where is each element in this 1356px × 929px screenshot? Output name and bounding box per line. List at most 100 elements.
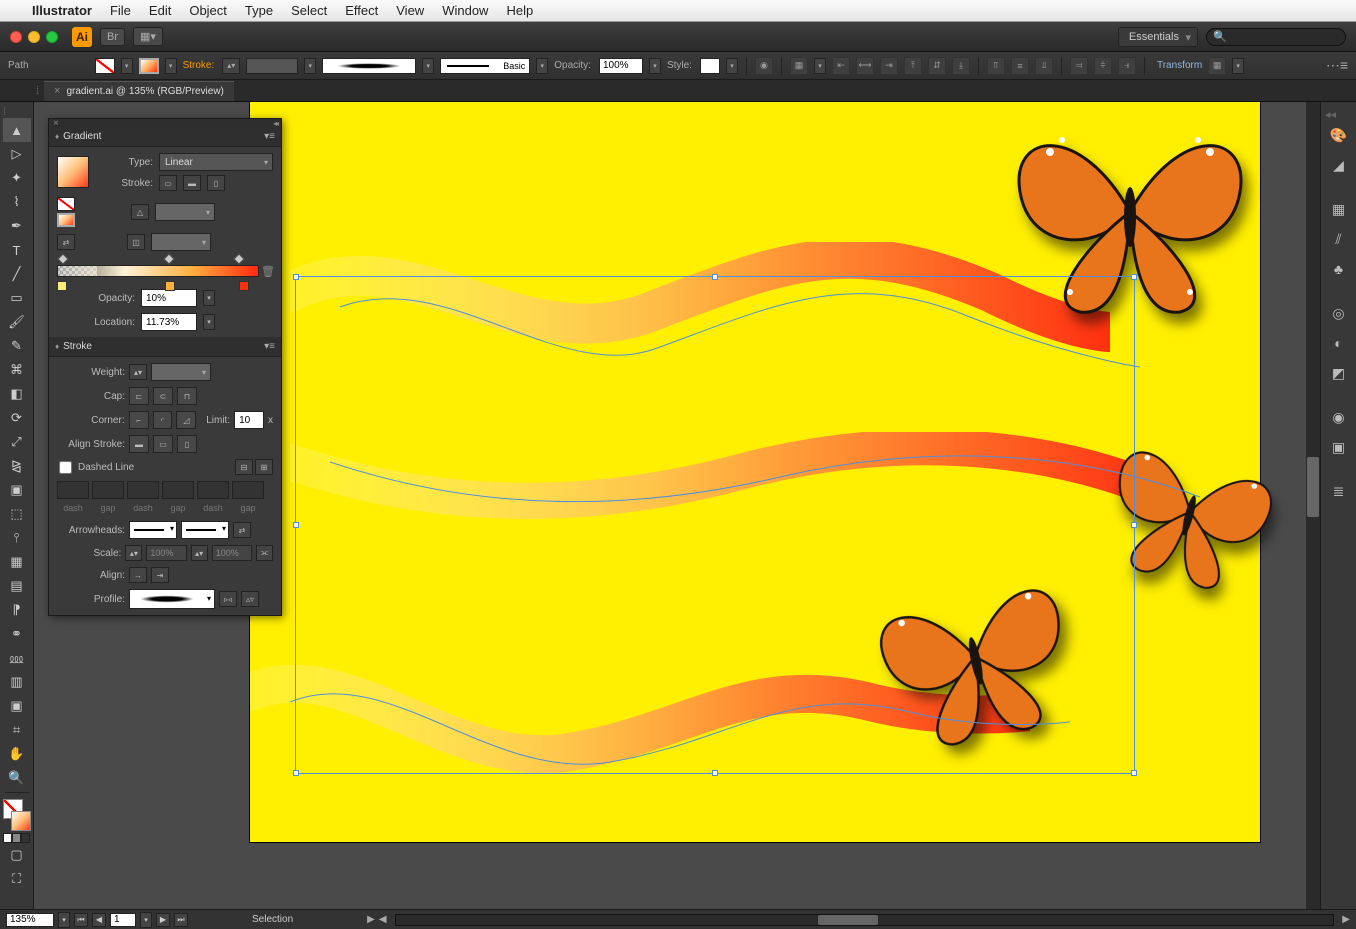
selection-tool[interactable]: ▲ (3, 118, 31, 142)
corner-bevel-icon[interactable]: ◿ (176, 411, 196, 429)
symbol-sprayer-tool[interactable]: ⅏ (3, 646, 31, 670)
hscroll-left-arrow[interactable]: ◀ (379, 914, 387, 925)
align-top-icon[interactable]: ⤒ (904, 57, 922, 75)
gradient-type-dropdown[interactable]: Linear (159, 153, 273, 171)
scale-end-stepper[interactable]: ▴▾ (191, 545, 208, 561)
gradient-angle-field[interactable] (155, 203, 215, 221)
gradient-stop-3[interactable] (239, 281, 249, 291)
blob-brush-tool[interactable]: ⌘ (3, 358, 31, 382)
stroke-panel-menu-icon[interactable]: ▾≡ (264, 341, 275, 352)
prev-artboard-button[interactable]: ◀ (92, 913, 106, 927)
corner-round-icon[interactable]: ◜ (153, 411, 173, 429)
status-popup-arrow[interactable]: ▶ (367, 914, 375, 925)
vertical-scroll-thumb[interactable] (1307, 457, 1319, 517)
menu-select[interactable]: Select (291, 3, 327, 18)
stroke-weight-dd[interactable]: ▾ (304, 58, 316, 74)
symbols-panel-icon[interactable]: ♣ (1326, 256, 1352, 282)
gap-field-3[interactable] (232, 481, 264, 499)
cap-projecting-icon[interactable]: ⊓ (177, 387, 197, 405)
stop-opacity-field[interactable]: 10% (141, 289, 197, 307)
miter-limit-field[interactable]: 10 (234, 411, 264, 429)
menu-window[interactable]: Window (442, 3, 488, 18)
zoom-dd[interactable]: ▾ (58, 912, 70, 928)
blend-tool[interactable]: ⚭ (3, 622, 31, 646)
zoom-tool[interactable]: 🔍 (3, 766, 31, 790)
gradient-panel-header[interactable]: ♦ Gradient ▾≡ (49, 127, 281, 147)
brush-dd[interactable]: ▾ (536, 58, 548, 74)
style-label[interactable]: Style: (667, 60, 692, 71)
aspect-ratio-field[interactable] (151, 233, 211, 251)
dash-field-2[interactable] (127, 481, 159, 499)
dash-preserve-exact-icon[interactable]: ⊟ (235, 459, 253, 475)
pen-tool[interactable]: ✒ (3, 214, 31, 238)
gradient-ramp[interactable]: 🗑 (57, 257, 273, 285)
cap-round-icon[interactable]: ⊂ (153, 387, 173, 405)
control-menu-icon[interactable]: ⋯≡ (1326, 57, 1348, 74)
panel-group-handle[interactable]: × ◂◂ (49, 119, 281, 127)
line-tool[interactable]: ╱ (3, 262, 31, 286)
align-to-icon[interactable]: ▦ (790, 57, 808, 75)
eyedropper-tool[interactable]: ⁋ (3, 598, 31, 622)
eraser-tool[interactable]: ◧ (3, 382, 31, 406)
dist-hcenter-icon[interactable]: ⫩ (1094, 57, 1112, 75)
menu-edit[interactable]: Edit (149, 3, 171, 18)
artboard-number-field[interactable]: 1 (110, 913, 136, 927)
mesh-tool[interactable]: ▦ (3, 550, 31, 574)
gradient-fill-stroke-toggle[interactable] (57, 197, 75, 227)
menu-view[interactable]: View (396, 3, 424, 18)
align-to-dd[interactable]: ▾ (814, 58, 826, 74)
stop-location-dd[interactable]: ▾ (203, 314, 215, 330)
dist-bottom-icon[interactable]: ⫫ (1035, 57, 1053, 75)
style-dd[interactable]: ▾ (726, 58, 738, 74)
document-tab[interactable]: × gradient.ai @ 135% (RGB/Preview) (44, 81, 234, 101)
delete-stop-icon[interactable]: 🗑 (261, 265, 275, 278)
recolor-artwork-icon[interactable]: ◉ (755, 57, 773, 75)
appearance-panel-icon[interactable]: ◉ (1326, 404, 1352, 430)
menu-type[interactable]: Type (245, 3, 273, 18)
align-left-icon[interactable]: ⇤ (832, 57, 850, 75)
grad-stroke-across-icon[interactable]: ▯ (207, 175, 225, 191)
variable-width-profile[interactable] (322, 58, 416, 74)
scale-end-field[interactable]: 100% (212, 545, 252, 561)
slice-tool[interactable]: ⌗ (3, 718, 31, 742)
stroke-weight-field[interactable] (246, 58, 298, 74)
draw-mode-buttons[interactable] (3, 833, 31, 843)
arrange-documents-button[interactable]: ▦▾ (133, 27, 163, 46)
color-guide-panel-icon[interactable]: ◢ (1326, 152, 1352, 178)
stop-location-field[interactable]: 11.73% (141, 313, 197, 331)
style-swatch[interactable] (700, 58, 720, 74)
swap-arrowheads-icon[interactable]: ⇄ (233, 522, 251, 538)
dash-field-1[interactable] (57, 481, 89, 499)
width-profile-dropdown[interactable] (129, 589, 215, 609)
dist-right-icon[interactable]: ⫣ (1118, 57, 1136, 75)
align-hcenter-icon[interactable]: ⟷ (856, 57, 874, 75)
arrow-align-end-icon[interactable]: ⇥ (151, 567, 169, 583)
align-vcenter-icon[interactable]: ⇵ (928, 57, 946, 75)
opacity-label[interactable]: Opacity: (554, 60, 591, 71)
align-stroke-inside-icon[interactable]: ▭ (153, 435, 173, 453)
scale-start-stepper[interactable]: ▴▾ (125, 545, 142, 561)
dist-left-icon[interactable]: ⫤ (1070, 57, 1088, 75)
grad-stroke-within-icon[interactable]: ▭ (159, 175, 177, 191)
fill-stroke-indicator[interactable] (3, 799, 31, 831)
flip-along-icon[interactable]: ▹◃ (219, 591, 237, 607)
gradient-panel-icon[interactable]: ◐ (1326, 330, 1352, 356)
layers-panel-icon[interactable]: ≣ (1326, 478, 1352, 504)
brush-definition[interactable]: Basic (440, 58, 530, 74)
gradient-stop-1[interactable] (57, 281, 67, 291)
arrowhead-end-dropdown[interactable] (181, 521, 229, 539)
app-menu[interactable]: Illustrator (32, 3, 92, 18)
hand-tool[interactable]: ✋ (3, 742, 31, 766)
transform-link[interactable]: Transform (1157, 60, 1202, 71)
fill-dropdown[interactable]: ▾ (121, 58, 133, 74)
transform-panel-icon[interactable]: ▦ (1208, 57, 1226, 75)
first-artboard-button[interactable]: ⏮ (74, 913, 88, 927)
align-bottom-icon[interactable]: ⤓ (952, 57, 970, 75)
weight-stepper[interactable]: ▴▾ (129, 364, 147, 380)
swatches-panel-icon[interactable]: ▦ (1326, 196, 1352, 222)
gap-field-2[interactable] (162, 481, 194, 499)
lasso-tool[interactable]: ⌇ (3, 190, 31, 214)
panel-close-icon[interactable]: × (53, 118, 59, 129)
menu-object[interactable]: Object (189, 3, 227, 18)
change-screen-button[interactable]: ⛶ (3, 867, 31, 891)
